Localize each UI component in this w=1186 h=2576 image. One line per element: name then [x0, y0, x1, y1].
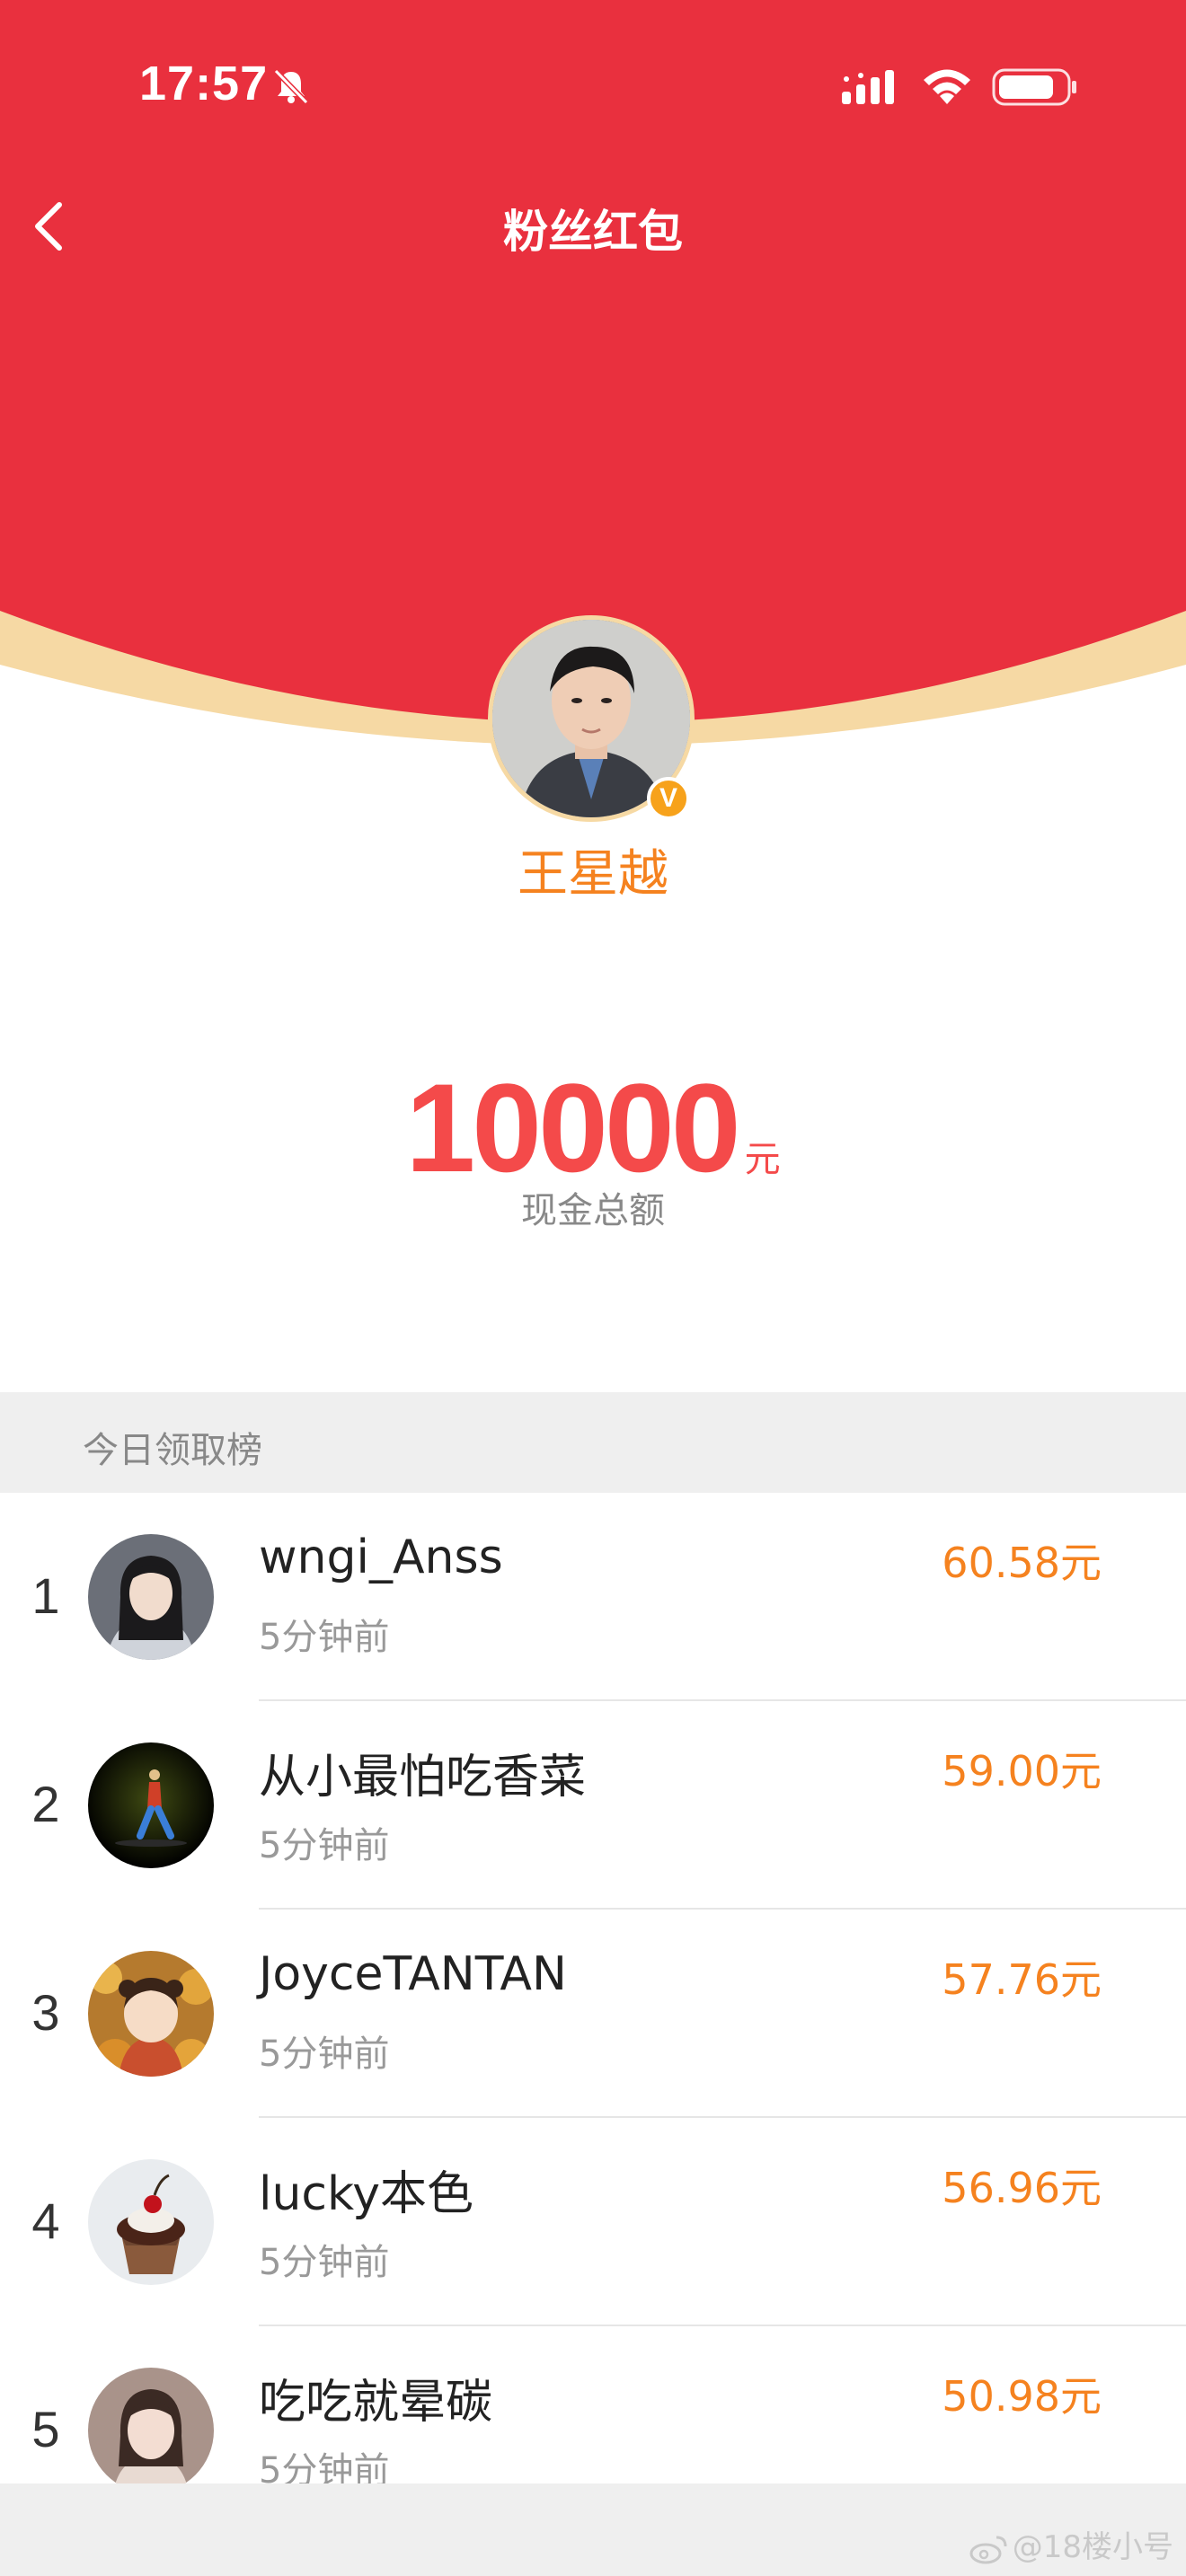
claim-time: 5分钟前 [259, 2033, 390, 2075]
claim-amount: 57.76元 [942, 1955, 1102, 2004]
total-amount-unit: 元 [744, 1139, 781, 1180]
rank-number: 1 [31, 1567, 60, 1624]
user-name: 吃吃就晕碳 [259, 2376, 493, 2430]
leaderboard-list: 1 wngi_Anss 5分钟前 60.58元 2 从小最怕吃香菜 5分钟前 5… [0, 1493, 1186, 2535]
user-name: wngi_Anss [259, 1531, 503, 1584]
list-item[interactable]: 1 wngi_Anss 5分钟前 60.58元 [0, 1493, 1186, 1701]
user-name: 从小最怕吃香菜 [259, 1751, 587, 1804]
avatar-image [88, 1534, 214, 1660]
avatar[interactable] [88, 2159, 214, 2285]
total-amount-value: 10000 [405, 1057, 740, 1198]
watermark: @18楼小号 [969, 2522, 1173, 2566]
total-amount: 10000 元 [0, 1055, 1186, 1201]
leaderboard-header: 今日领取榜 [0, 1392, 1186, 1493]
user-name: JoyceTANTAN [259, 1947, 567, 2001]
wifi-icon [924, 69, 970, 104]
claim-time: 5分钟前 [259, 2242, 390, 2283]
list-item[interactable]: 4 lucky本色 5分钟前 56.96元 [0, 2118, 1186, 2326]
claim-amount: 60.58元 [942, 1539, 1102, 1587]
claim-amount: 56.96元 [942, 2164, 1102, 2212]
status-bar: 17:57 [0, 0, 1186, 171]
avatar[interactable] [88, 2368, 214, 2493]
signal-icon [842, 70, 894, 104]
red-packet-page: 17:57 粉丝红包 V 王星越 10000 元 现金总额 今日领取榜 1 wn… [0, 0, 1186, 2576]
rank-number: 3 [31, 1984, 60, 2041]
battery-icon [992, 68, 1076, 106]
avatar-image [88, 1742, 214, 1868]
avatar[interactable] [88, 1951, 214, 2077]
avatar-image [88, 1951, 214, 2077]
watermark-text: @18楼小号 [1012, 2529, 1173, 2565]
claim-amount: 50.98元 [942, 2372, 1102, 2421]
list-item[interactable]: 3 JoyceTANTAN 5分钟前 57.76元 [0, 1910, 1186, 2118]
status-time: 17:57 [139, 57, 269, 110]
leaderboard-title: 今日领取榜 [83, 1430, 262, 1471]
total-amount-label: 现金总额 [521, 1190, 665, 1231]
rank-number: 5 [31, 2401, 60, 2457]
page-title: 粉丝红包 [503, 206, 683, 258]
weibo-icon [969, 2536, 1007, 2563]
claim-time: 5分钟前 [259, 1825, 390, 1866]
verified-badge-icon: V [647, 777, 690, 820]
list-item[interactable]: 2 从小最怕吃香菜 5分钟前 59.00元 [0, 1701, 1186, 1910]
avatar-image [88, 2368, 214, 2493]
user-name: lucky本色 [259, 2167, 474, 2221]
rank-number: 2 [31, 1776, 60, 1832]
avatar-image [88, 2159, 214, 2285]
claim-amount: 59.00元 [942, 1747, 1102, 1795]
bell-muted-icon [273, 68, 309, 105]
host-name: 王星越 [518, 845, 668, 904]
avatar[interactable] [88, 1534, 214, 1660]
rank-number: 4 [31, 2192, 60, 2249]
claim-time: 5分钟前 [259, 1617, 390, 1658]
avatar[interactable] [88, 1742, 214, 1868]
